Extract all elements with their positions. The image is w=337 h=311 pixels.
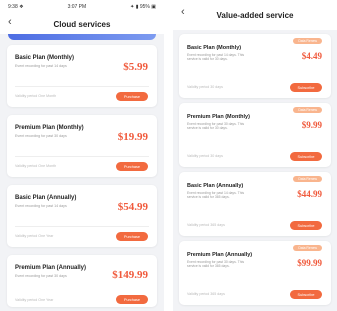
plan-description: Event recording for past 14 days. This s… (187, 191, 245, 200)
plan-validity: Validity period 30 days (187, 85, 223, 89)
plan-title: Basic Plan (Annually) (187, 183, 244, 189)
purchase-button[interactable]: Purchase (116, 232, 148, 241)
service-card-basic-monthly: Data Renew Basic Plan (Monthly) Event re… (179, 34, 331, 98)
subscribe-button[interactable]: Subscribe (290, 221, 322, 230)
divider (15, 226, 149, 227)
plan-price: $5.99 (123, 61, 148, 73)
purchase-button[interactable]: Purchase (116, 162, 148, 171)
plan-title: Premium Plan (Monthly) (15, 125, 84, 131)
status-bar: 9:38 ❖ 3:07 PM ✦ ▮ 95% ▣ (0, 0, 164, 14)
plan-price: $4.49 (301, 51, 322, 61)
divider (15, 86, 149, 87)
plan-validity: Validity period 365 days (187, 292, 225, 296)
subscribe-button[interactable]: Subscribe (290, 290, 322, 299)
data-renew-badge: Data Renew (293, 245, 322, 251)
plan-title: Premium Plan (Annually) (15, 265, 87, 271)
plan-title: Basic Plan (Annually) (15, 195, 77, 201)
plan-price: $19.99 (117, 131, 148, 143)
plan-title: Premium Plan (Monthly) (187, 114, 250, 120)
chevron-left-icon[interactable]: ‹ (8, 17, 12, 28)
nav-bar: ‹ Cloud services (0, 14, 164, 34)
plan-description: Event recording for past 14 days. This s… (187, 53, 245, 62)
plan-title: Basic Plan (Monthly) (15, 55, 75, 61)
page-title: Value-added service (216, 10, 294, 20)
plan-description: Event recording for past 30 days. This s… (187, 260, 245, 269)
plan-price: $44.99 (297, 189, 322, 199)
status-time: 9:38 ❖ (8, 4, 24, 10)
purchase-button[interactable]: Purchase (116, 295, 148, 304)
header-accent-bar (8, 34, 156, 40)
page-title: Cloud services (53, 19, 111, 29)
data-renew-badge: Data Renew (293, 107, 322, 113)
plan-card-basic-annually: Basic Plan (Annually) Event recording fo… (7, 185, 157, 247)
nav-bar: ‹ Value-added service (173, 0, 337, 30)
data-renew-badge: Data Renew (293, 176, 322, 182)
status-clock: 3:07 PM (67, 4, 87, 10)
plan-card-basic-monthly: Basic Plan (Monthly) Event recording for… (7, 45, 157, 107)
plan-title: Basic Plan (Monthly) (187, 45, 242, 51)
service-card-premium-monthly: Data Renew Premium Plan (Monthly) Event … (179, 103, 331, 167)
plan-card-premium-annually: Premium Plan (Annually) Event recording … (7, 255, 157, 307)
plan-validity: Validity period One Month (15, 164, 57, 168)
plan-validity: Validity period 365 days (187, 223, 225, 227)
data-renew-badge: Data Renew (293, 38, 322, 44)
subscribe-button[interactable]: Subscribe (290, 83, 322, 92)
value-added-service-screen: ‹ Value-added service Data Renew Basic P… (173, 0, 337, 311)
subscribe-button[interactable]: Subscribe (290, 152, 322, 161)
service-card-basic-annually: Data Renew Basic Plan (Annually) Event r… (179, 172, 331, 236)
plan-description: Event recording for past 30 days (15, 274, 67, 278)
plan-card-premium-monthly: Premium Plan (Monthly) Event recording f… (7, 115, 157, 177)
status-icons: ✦ ▮ 95% ▣ (130, 4, 156, 10)
purchase-button[interactable]: Purchase (116, 92, 148, 101)
plan-price: $9.99 (301, 120, 322, 130)
plan-description: Event recording for past 14 days (15, 204, 67, 208)
divider (15, 156, 149, 157)
plan-description: Event recording for past 14 days (15, 64, 67, 68)
plan-price: $54.99 (117, 201, 148, 213)
plan-validity: Validity period One Year (15, 298, 54, 302)
plan-description: Event recording for past 30 days (15, 134, 67, 138)
plan-description: Event recording for past 30 days. This s… (187, 122, 245, 131)
plan-price: $149.99 (112, 269, 148, 281)
plan-title: Premium Plan (Annually) (187, 252, 253, 258)
plan-validity: Validity period 30 days (187, 154, 223, 158)
chevron-left-icon[interactable]: ‹ (181, 7, 185, 18)
plan-price: $99.99 (297, 258, 322, 268)
plan-validity: Validity period One Month (15, 94, 57, 98)
plan-validity: Validity period One Year (15, 234, 54, 238)
service-card-premium-annually: Data Renew Premium Plan (Annually) Event… (179, 241, 331, 305)
cloud-services-screen: 9:38 ❖ 3:07 PM ✦ ▮ 95% ▣ ‹ Cloud service… (0, 0, 164, 311)
